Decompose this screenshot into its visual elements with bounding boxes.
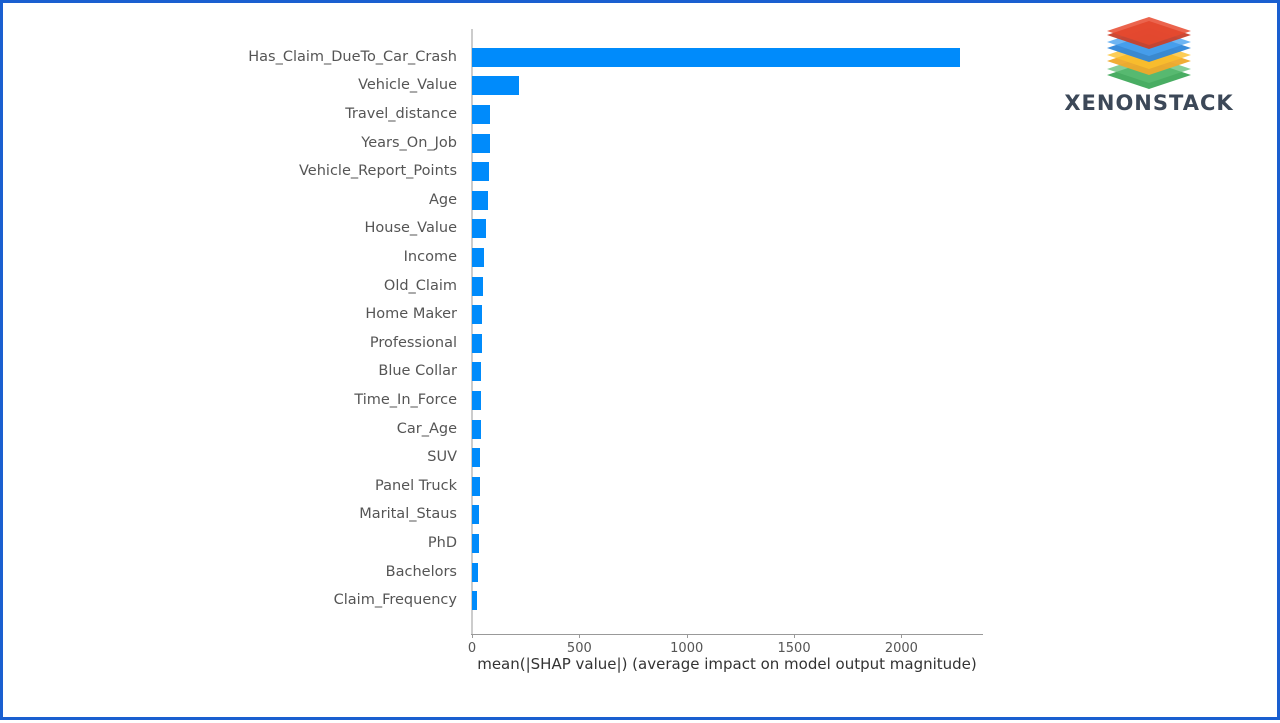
bar-category-label: Panel Truck	[375, 477, 457, 494]
bar	[472, 305, 483, 325]
bar-category-label: Vehicle_Report_Points	[299, 163, 457, 180]
bar-row: Travel_distance	[3, 100, 1280, 129]
x-axis-title: mean(|SHAP value|) (average impact on mo…	[477, 655, 977, 673]
bar-row: House_Value	[3, 214, 1280, 243]
x-tick-mark	[579, 634, 581, 638]
x-tick-mark	[686, 634, 688, 638]
bar-category-label: Time_In_Force	[354, 391, 457, 408]
bar	[472, 219, 486, 239]
bar	[472, 333, 482, 353]
bar	[472, 362, 482, 382]
bar-row: Panel Truck	[3, 472, 1280, 501]
x-tick-label: 500	[566, 641, 592, 656]
bar	[472, 533, 479, 553]
bar-category-label: Professional	[369, 334, 457, 351]
bar	[472, 562, 478, 582]
bar-category-label: Home Maker	[365, 306, 457, 323]
bar-row: SUV	[3, 443, 1280, 472]
bar	[472, 591, 478, 611]
bar-row: Car_Age	[3, 415, 1280, 444]
bar-category-label: Marital_Staus	[359, 506, 457, 523]
bar-row: Blue Collar	[3, 357, 1280, 386]
bar-category-label: Vehicle_Value	[358, 77, 457, 94]
bar	[472, 162, 490, 182]
bar	[472, 133, 491, 153]
bar-row: Vehicle_Report_Points	[3, 157, 1280, 186]
bar-category-label: Age	[428, 191, 457, 208]
bar-category-label: Has_Claim_DueTo_Car_Crash	[248, 48, 457, 65]
bar-category-label: Income	[403, 248, 457, 265]
bar-row: Marital_Staus	[3, 500, 1280, 529]
bar	[472, 390, 482, 410]
x-tick-mark	[901, 634, 903, 638]
bar-row: PhD	[3, 529, 1280, 558]
bar	[472, 190, 489, 210]
x-tick-mark	[794, 634, 796, 638]
bar-row: Home Maker	[3, 300, 1280, 329]
bar	[472, 276, 484, 296]
bar-category-label: Car_Age	[396, 420, 457, 437]
bar	[472, 104, 491, 124]
bar-category-label: House_Value	[364, 220, 457, 237]
bar	[472, 505, 480, 525]
bar	[472, 448, 481, 468]
x-tick-label: 1000	[670, 641, 704, 656]
x-tick-mark	[472, 634, 473, 638]
bar-category-label: Years_On_Job	[361, 134, 457, 151]
bar-row: Claim_Frequency	[3, 586, 1280, 615]
x-axis-spine	[471, 634, 983, 636]
slide-frame: XENONSTACK Has_Claim_DueTo_Car_Crash Vehi…	[0, 0, 1280, 720]
bar	[472, 476, 480, 496]
bar-row: Bachelors	[3, 558, 1280, 587]
bar-category-label: Old_Claim	[383, 277, 457, 294]
bar-category-label: SUV	[427, 449, 457, 466]
bar-category-label: PhD	[427, 534, 457, 551]
bar-row: Professional	[3, 329, 1280, 358]
x-tick-label: 2000	[884, 641, 918, 656]
bar-category-label: Claim_Frequency	[333, 592, 457, 609]
bar-category-label: Bachelors	[385, 563, 457, 580]
bar-row: Income	[3, 243, 1280, 272]
shap-feature-importance-chart: Has_Claim_DueTo_Car_Crash Vehicle_Value Tr…	[3, 3, 1280, 723]
bar	[472, 419, 481, 439]
bar	[472, 247, 485, 267]
bar-row: Vehicle_Value	[3, 71, 1280, 100]
bar-row: Years_On_Job	[3, 129, 1280, 158]
bar-row: Old_Claim	[3, 272, 1280, 301]
bar	[472, 76, 520, 96]
bar	[472, 47, 961, 67]
x-tick-label: 0	[467, 641, 477, 656]
bar-category-label: Travel_distance	[345, 105, 457, 122]
bar-row: Time_In_Force	[3, 386, 1280, 415]
bar-row: Has_Claim_DueTo_Car_Crash	[3, 43, 1280, 72]
bar-category-label: Blue Collar	[378, 363, 457, 380]
x-tick-label: 1500	[777, 641, 811, 656]
bar-row: Age	[3, 186, 1280, 215]
